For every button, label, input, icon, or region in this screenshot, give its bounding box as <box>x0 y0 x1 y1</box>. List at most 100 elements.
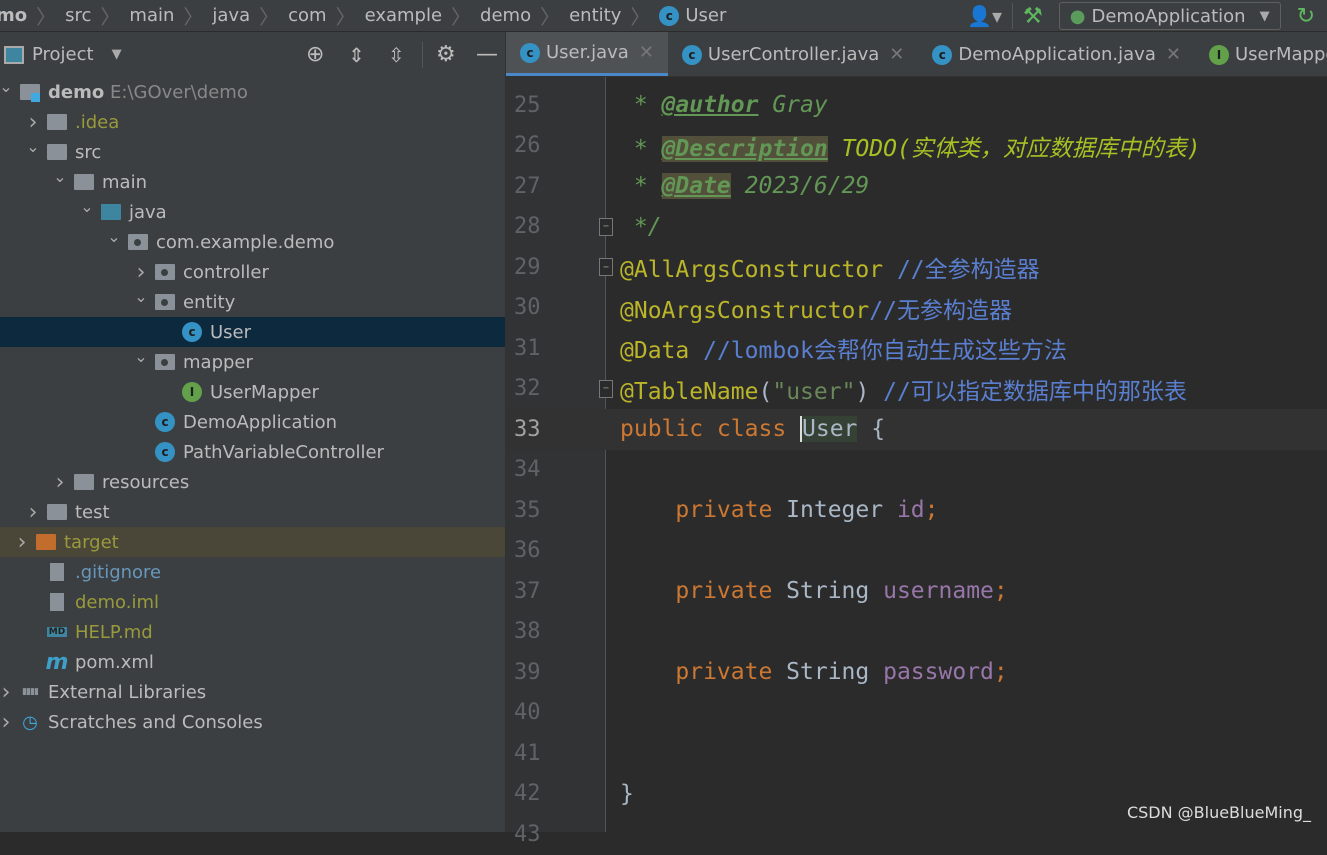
tree-item[interactable]: c User <box>0 317 505 347</box>
expand-all-icon[interactable]: ⇕ <box>348 43 365 67</box>
breadcrumb-item[interactable]: example 〉 <box>365 1 480 30</box>
tree-item[interactable]: ⌄ mapper <box>0 347 505 377</box>
user-icon[interactable]: 👤▾ <box>967 4 1002 28</box>
spring-icon: ● <box>1069 5 1086 27</box>
close-icon[interactable]: ✕ <box>889 44 904 65</box>
chevron-right-icon[interactable]: › <box>23 110 43 135</box>
file-icon <box>47 592 67 612</box>
code-text: @NoArgsConstructor//无参构造器 <box>620 291 1012 325</box>
code-token: private <box>620 497 787 524</box>
editor-tabs: c User.java ✕ c UserController.java ✕ c DemoApp… <box>506 32 1327 77</box>
breadcrumb-item[interactable]: com 〉 <box>288 1 364 30</box>
tree-item[interactable]: I UserMapper <box>0 377 505 407</box>
tree-item-label: test <box>75 501 110 523</box>
code-token: "user" <box>772 378 856 405</box>
code-token: @NoArgsConstructor <box>620 297 870 324</box>
tree-item[interactable]: ⌄ main <box>0 167 505 197</box>
tree-item[interactable]: ⌄ src <box>0 137 505 167</box>
code-token: id <box>896 497 925 524</box>
tree-item[interactable]: › resources <box>0 467 505 497</box>
folder-icon <box>74 172 94 192</box>
fold-icon[interactable]: − <box>599 258 613 277</box>
chevron-down-icon[interactable]: ⌄ <box>0 77 16 96</box>
breadcrumb-item[interactable]: main 〉 <box>129 1 212 30</box>
chevron-right-icon[interactable]: › <box>0 710 16 735</box>
tree-item[interactable]: ⌄ com.example.demo <box>0 227 505 257</box>
breadcrumb-item[interactable]: demo 〉 <box>480 1 569 30</box>
tree-item[interactable]: › ▮▮▮▮ External Libraries <box>0 677 505 707</box>
chevron-right-icon[interactable]: › <box>0 680 16 705</box>
chevron-right-icon[interactable]: › <box>131 260 151 285</box>
tab-demoapplication-java[interactable]: c DemoApplication.java ✕ <box>918 32 1195 76</box>
breadcrumb-item[interactable]: c User <box>659 5 726 26</box>
chevron-right-icon[interactable]: › <box>50 470 70 495</box>
breadcrumb-item[interactable]: src 〉 <box>65 1 129 30</box>
tree-item[interactable]: m pom.xml <box>0 647 505 677</box>
close-icon[interactable]: ✕ <box>639 42 654 63</box>
breadcrumb-item[interactable]: java 〉 <box>212 1 288 30</box>
tree-item[interactable]: › controller <box>0 257 505 287</box>
collapse-all-icon[interactable]: ⇳ <box>388 43 405 67</box>
tree-item[interactable]: › ◷ Scratches and Consoles <box>0 707 505 737</box>
package-icon <box>128 232 148 252</box>
breadcrumb-item[interactable]: entity 〉 <box>569 1 659 30</box>
chevron-right-icon[interactable]: › <box>23 500 43 525</box>
tree-item-label: target <box>64 531 119 553</box>
tree-item-label: controller <box>183 261 269 283</box>
tree-item-label: Scratches and Consoles <box>48 711 263 733</box>
separator-icon: 〉 <box>100 5 121 29</box>
chevron-down-icon[interactable]: ⌄ <box>50 167 70 186</box>
rerun-icon[interactable]: ↻ <box>1297 4 1315 29</box>
chevron-down-icon[interactable]: ⌄ <box>131 347 151 366</box>
tree-item[interactable]: › .idea <box>0 107 505 137</box>
code-token: //无参构造器 <box>869 297 1012 324</box>
chevron-right-icon[interactable]: › <box>12 530 32 555</box>
fold-icon[interactable]: − <box>599 379 613 398</box>
chevron-down-icon[interactable]: ⌄ <box>23 137 43 156</box>
tab-usercontroller-java[interactable]: c UserController.java ✕ <box>668 32 918 76</box>
code-token: */ <box>620 213 662 240</box>
class-icon: c <box>155 442 175 462</box>
tree-item-label: main <box>102 171 147 193</box>
code-editor[interactable]: 25 * @author Gray 26 * @Description TODO(… <box>506 77 1327 847</box>
tree-item[interactable]: › test <box>0 497 505 527</box>
run-config-select[interactable]: ● DemoApplication ▼ <box>1058 2 1281 30</box>
tree-item[interactable]: › target <box>0 527 505 557</box>
code-token: String <box>786 659 884 686</box>
tree-item-label: demo.iml <box>75 591 159 613</box>
tab-usermapper-java[interactable]: IUserMapper.java <box>1195 32 1327 76</box>
source-folder-icon <box>101 202 121 222</box>
close-icon[interactable]: ✕ <box>1166 44 1181 65</box>
chevron-down-icon[interactable]: ⌄ <box>131 287 151 306</box>
code-token: * <box>620 92 662 119</box>
tree-item[interactable]: .gitignore <box>0 557 505 587</box>
breadcrumb-item[interactable]: mo 〉 <box>0 1 65 30</box>
fold-icon[interactable]: − <box>599 217 613 236</box>
locate-icon[interactable]: ⊕ <box>306 42 324 67</box>
tab-user-java[interactable]: c User.java ✕ <box>506 32 668 76</box>
tree-item[interactable]: demo.iml <box>0 587 505 617</box>
tree-item[interactable]: c PathVariableController <box>0 437 505 467</box>
scratch-icon: ◷ <box>22 711 38 733</box>
tree-item[interactable]: c DemoApplication <box>0 407 505 437</box>
tree-item[interactable]: ⌄ java <box>0 197 505 227</box>
chevron-down-icon[interactable]: ⌄ <box>77 197 97 216</box>
tree-item-label: entity <box>183 291 236 313</box>
tree-item[interactable]: ⌄ entity <box>0 287 505 317</box>
chevron-down-icon[interactable]: ⌄ <box>104 227 124 246</box>
minimize-icon[interactable]: — <box>476 42 498 67</box>
code-line: 25 * @author Gray <box>506 85 1327 126</box>
code-token: 2023/6/29 <box>730 173 870 200</box>
code-text: private String username; <box>620 578 1007 604</box>
gear-icon[interactable]: ⚙ <box>436 42 456 67</box>
code-token: public class <box>620 416 801 443</box>
code-text: * @author Gray <box>620 92 828 118</box>
tree-item[interactable]: ⌄ demo E:\GOver\demo <box>0 77 505 107</box>
code-token: ) <box>855 378 870 405</box>
code-text: public class User { <box>620 416 885 443</box>
chevron-down-icon[interactable]: ▼ <box>112 47 122 62</box>
hammer-icon[interactable]: ⚒ <box>1023 4 1043 29</box>
folder-icon <box>47 112 67 132</box>
line-number: 38 <box>514 619 541 645</box>
tree-item[interactable]: MD HELP.md <box>0 617 505 647</box>
